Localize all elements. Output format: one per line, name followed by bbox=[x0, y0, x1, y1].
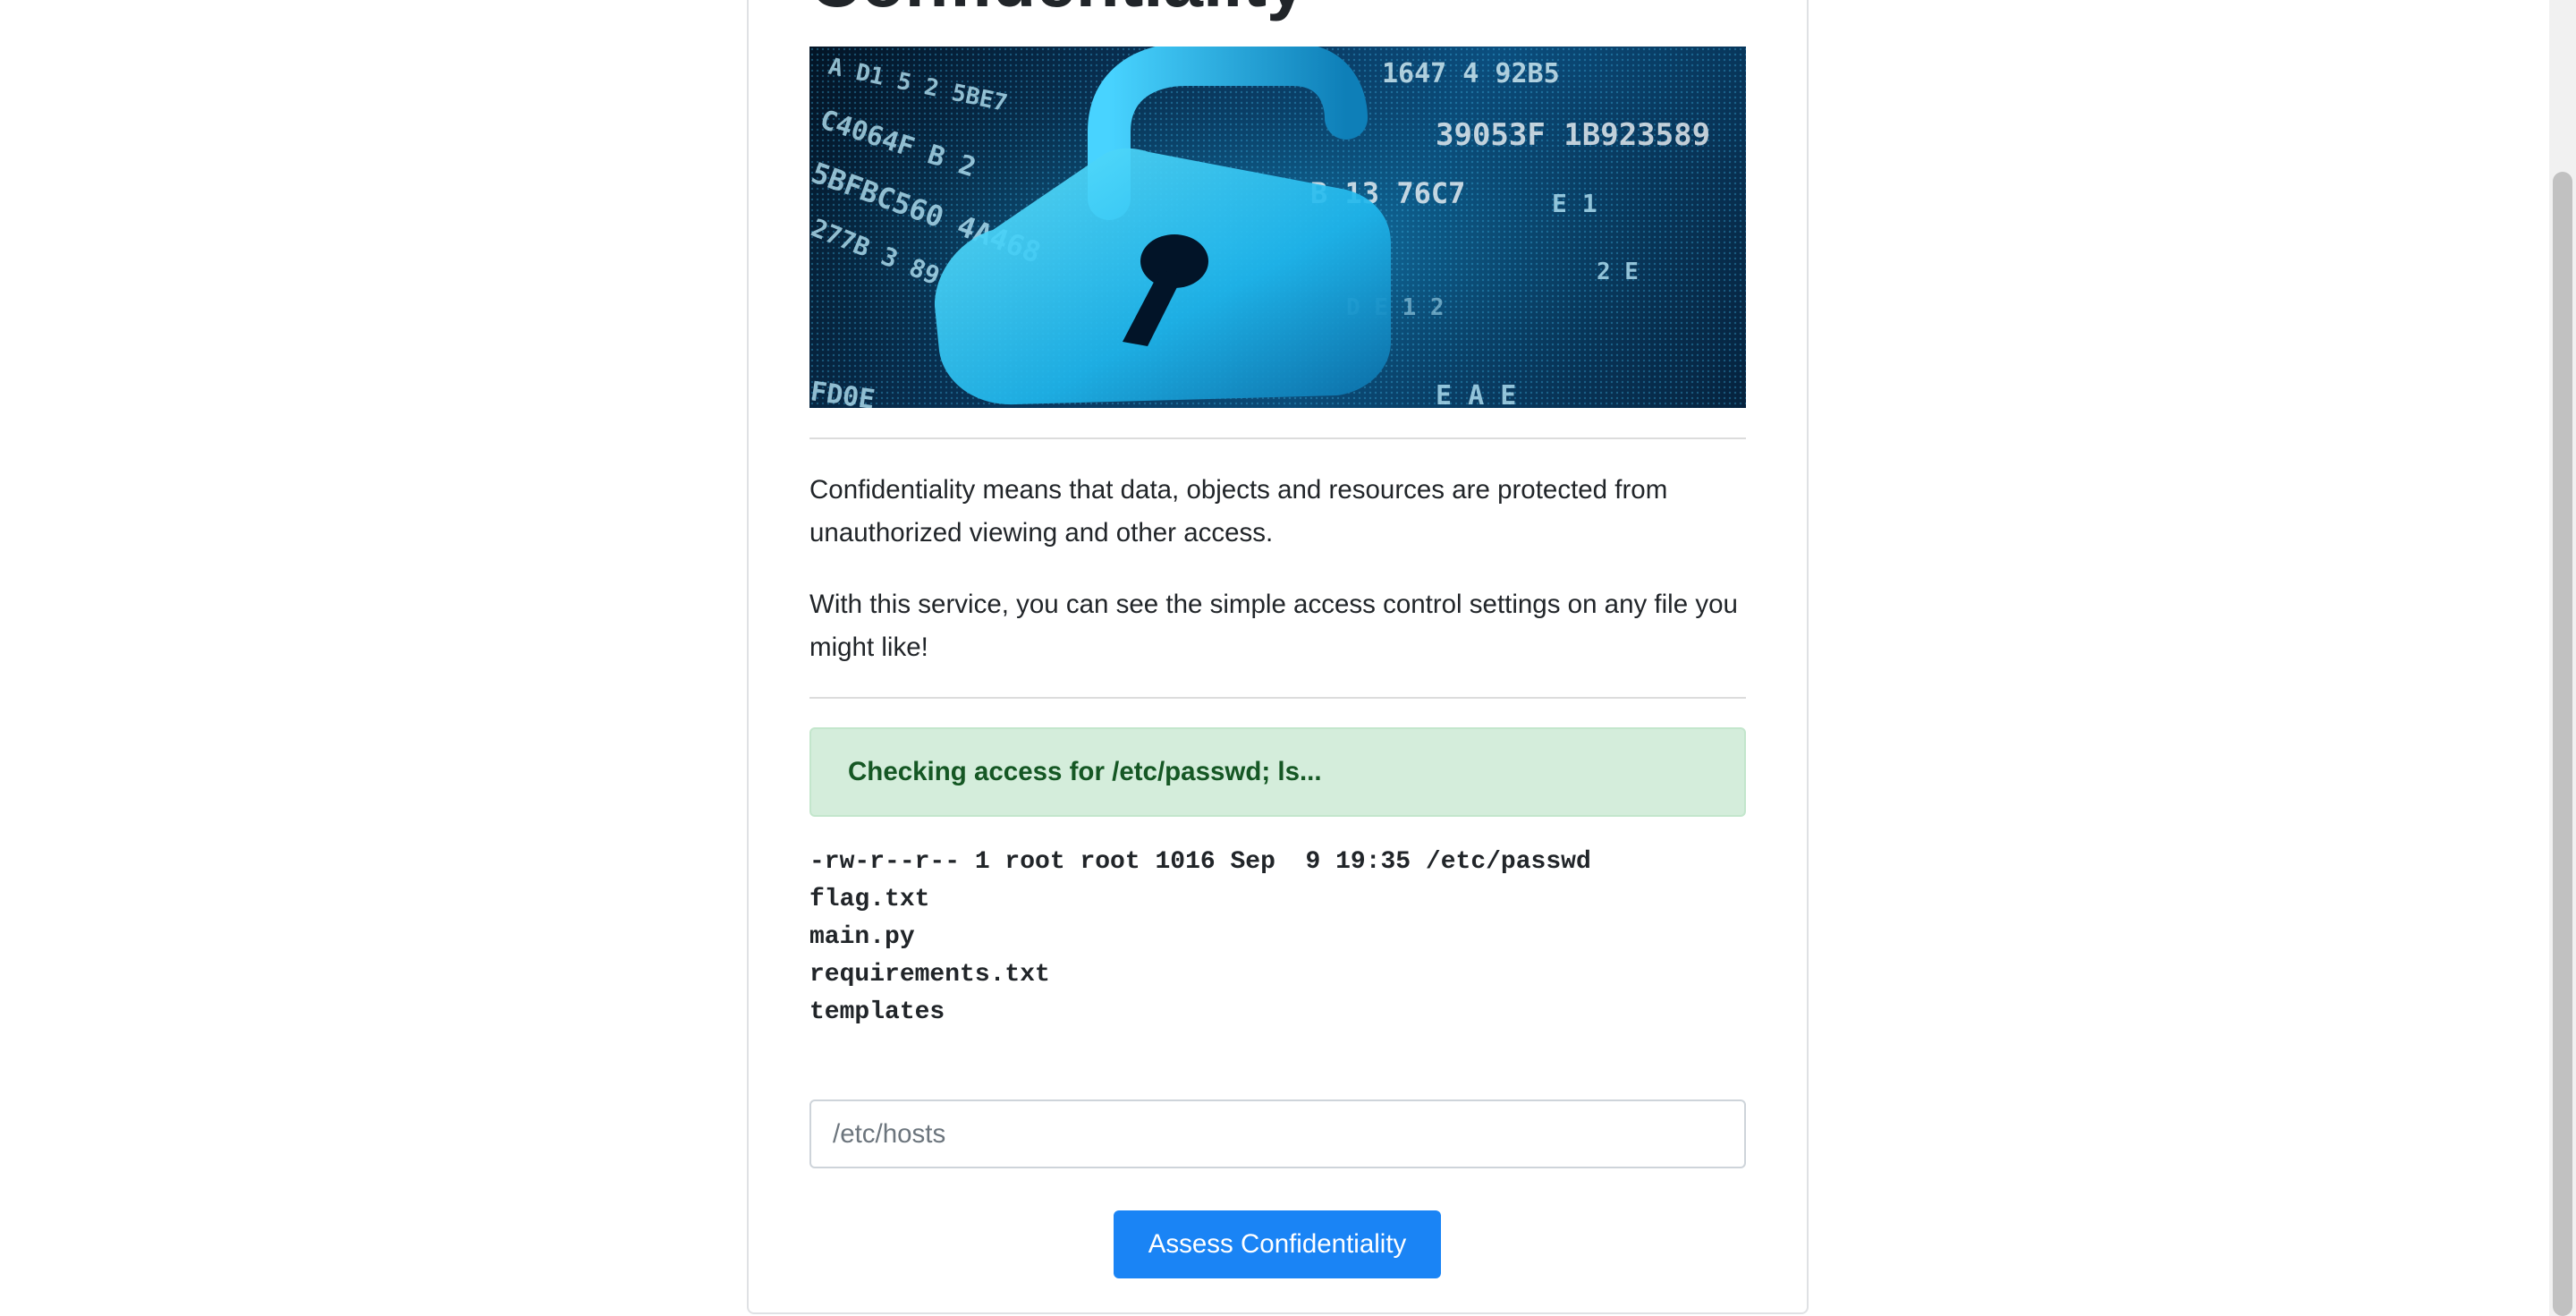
scrollbar[interactable] bbox=[2549, 0, 2576, 1316]
assess-confidentiality-button[interactable]: Assess Confidentiality bbox=[1114, 1210, 1441, 1278]
svg-text:2 E: 2 E bbox=[1597, 259, 1639, 285]
svg-text:E A E: E A E bbox=[1436, 380, 1516, 408]
hero-image: A D1 5 2 5BE7 C4064F B 2 5BFBC560 4A468 … bbox=[809, 47, 1746, 408]
intro-paragraph-1: Confidentiality means that data, objects… bbox=[809, 475, 1668, 548]
success-alert: Checking access for /etc/passwd; ls... bbox=[809, 727, 1746, 817]
svg-text:E 1: E 1 bbox=[1552, 189, 1597, 218]
divider bbox=[809, 697, 1746, 699]
svg-text:39053F 1B923589: 39053F 1B923589 bbox=[1436, 117, 1710, 153]
intro-paragraph-2: With this service, you can see the simpl… bbox=[809, 590, 1738, 662]
output-line: requirements.txt bbox=[809, 961, 1050, 989]
alert-text: Checking access for /etc/passwd; ls... bbox=[848, 757, 1322, 786]
page-title: Confidentiality bbox=[809, 0, 1307, 18]
padlock-image: A D1 5 2 5BE7 C4064F B 2 5BFBC560 4A468 … bbox=[809, 47, 1746, 408]
file-path-input[interactable] bbox=[809, 1099, 1746, 1168]
output-line: main.py bbox=[809, 923, 915, 951]
output-line: templates bbox=[809, 998, 945, 1026]
divider bbox=[809, 437, 1746, 439]
command-output: -rw-r--r-- 1 root root 1016 Sep 9 19:35 … bbox=[809, 844, 1591, 1032]
output-line: -rw-r--r-- 1 root root 1016 Sep 9 19:35 … bbox=[809, 848, 1591, 876]
svg-text:1647 4 92B5: 1647 4 92B5 bbox=[1382, 58, 1560, 89]
output-line: flag.txt bbox=[809, 886, 930, 913]
scrollbar-thumb[interactable] bbox=[2553, 172, 2572, 1316]
